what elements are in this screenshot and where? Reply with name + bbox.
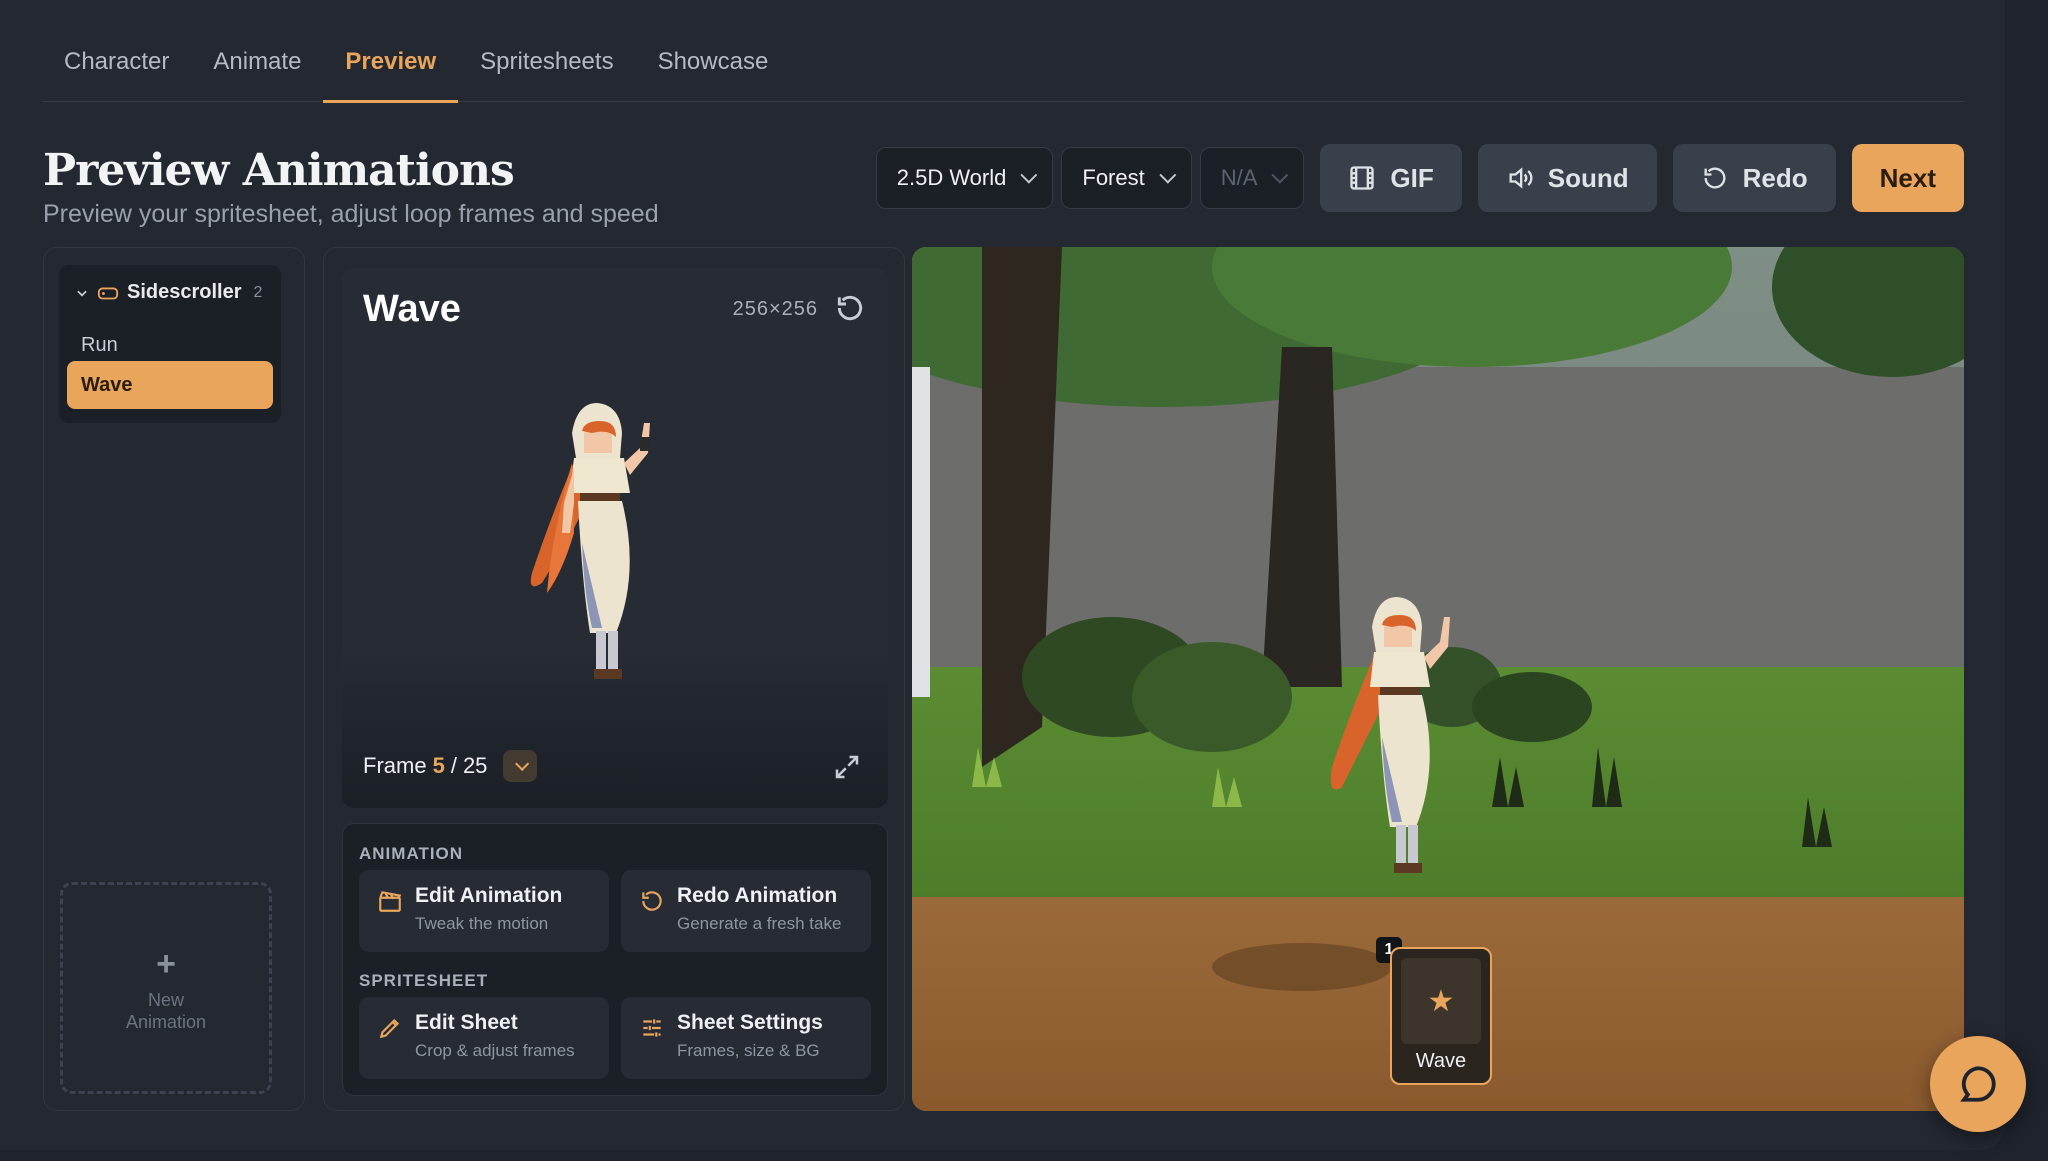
edit-sheet-subtitle: Crop & adjust frames [415,1041,575,1060]
redo-animation-title: Redo Animation [677,884,838,907]
plus-icon: + [156,945,176,983]
variant-select-value: N/A [1220,165,1258,190]
sheet-settings-button[interactable]: Sheet Settings Frames, size & BG [621,997,871,1079]
group-count: 2 [253,283,263,301]
chevron-down-icon [1271,166,1289,184]
frame-current: 5 [432,753,445,778]
chat-button[interactable] [1930,1036,2026,1132]
edit-sheet-title: Edit Sheet [415,1011,518,1034]
tab-spritesheets[interactable]: Spritesheets [458,22,635,102]
tab-preview[interactable]: Preview [323,22,458,103]
main-tabs: Character Animate Preview Spritesheets S… [42,22,1964,103]
pencil-icon [379,1018,400,1039]
star-icon: ★ [1401,958,1481,1044]
preview-panel: Wave 256×256 Frame 5 / 25 ANIMATION Edit… [323,247,905,1111]
chevron-down-icon [1159,166,1177,184]
page-title: Preview Animations [43,145,515,196]
chevron-down-icon [1020,166,1038,184]
gif-button-label: GIF [1390,162,1434,193]
slot-label: Wave [1415,1050,1467,1072]
redo-icon [1704,167,1726,189]
sprite-preview: Wave 256×256 Frame 5 / 25 [342,268,888,808]
sound-button[interactable]: Sound [1477,144,1657,212]
next-button[interactable]: Next [1851,144,1964,212]
redo-animation-subtitle: Generate a fresh take [677,914,842,933]
animation-title: Wave [363,288,461,330]
character-sprite [530,403,650,679]
animation-slot[interactable]: ★ Wave [1390,947,1492,1085]
redo-button[interactable]: Redo [1672,144,1836,212]
chevron-down-icon [77,290,87,297]
actions-card: ANIMATION Edit Animation Tweak the motio… [342,823,888,1096]
sheet-settings-subtitle: Frames, size & BG [677,1041,820,1060]
chevron-down-icon [515,756,530,771]
edit-animation-title: Edit Animation [415,884,563,907]
speaker-icon [1509,167,1533,189]
world-select-value: 2.5D World [896,165,1007,190]
frame-dropdown-button[interactable] [503,750,538,782]
gamepad-icon [97,287,119,299]
group-name: Sidescroller [127,281,242,303]
film-icon [1350,166,1375,190]
environment-select-value: Forest [1082,165,1145,190]
sound-button-label: Sound [1547,162,1629,193]
group-header[interactable]: Sidescroller 2 [75,281,262,304]
page-subtitle: Preview your spritesheet, adjust loop fr… [43,200,659,228]
toolbar: 2.5D World Forest N/A GIF Sound Redo Nex… [875,144,1964,212]
frame-separator: / [450,753,457,778]
reset-icon[interactable] [834,292,866,324]
scene-preview: 1 ★ Wave [912,247,1964,1111]
frame-total: 25 [462,753,488,778]
sliders-icon [643,1019,661,1037]
animation-group: Sidescroller 2 Run Wave [59,265,281,423]
new-animation-label: New Animation [63,989,269,1033]
animation-section-label: ANIMATION [359,844,464,863]
new-animation-label-line1: New [147,990,184,1010]
redo-icon [642,891,662,911]
sprite-dimensions: 256×256 [732,298,818,320]
chat-bubble-icon [1960,1066,1996,1102]
tab-animate[interactable]: Animate [191,22,323,102]
clapperboard-icon [379,891,402,912]
edit-animation-subtitle: Tweak the motion [415,914,549,933]
redo-animation-button[interactable]: Redo Animation Generate a fresh take [621,870,871,952]
new-animation-button[interactable]: + New Animation [60,882,272,1094]
expand-icon[interactable] [832,752,862,782]
gif-button[interactable]: GIF [1320,144,1462,212]
next-button-label: Next [1879,162,1936,193]
world-select[interactable]: 2.5D World [875,147,1054,209]
list-item-wave[interactable]: Wave [67,361,273,409]
variant-select[interactable]: N/A [1199,147,1305,209]
animation-list-panel: Sidescroller 2 Run Wave + New Animation [43,247,305,1111]
tab-showcase[interactable]: Showcase [636,22,791,102]
environment-select[interactable]: Forest [1061,147,1192,209]
tab-character[interactable]: Character [42,22,191,102]
frame-label: Frame [363,753,427,778]
sheet-settings-title: Sheet Settings [677,1011,823,1034]
edit-animation-button[interactable]: Edit Animation Tweak the motion [359,870,609,952]
redo-button-label: Redo [1742,162,1808,193]
new-animation-label-line2: Animation [125,1012,207,1032]
spritesheet-section-label: SPRITESHEET [359,971,489,990]
frame-indicator: Frame 5 / 25 [363,750,538,782]
edit-sheet-button[interactable]: Edit Sheet Crop & adjust frames [359,997,609,1079]
